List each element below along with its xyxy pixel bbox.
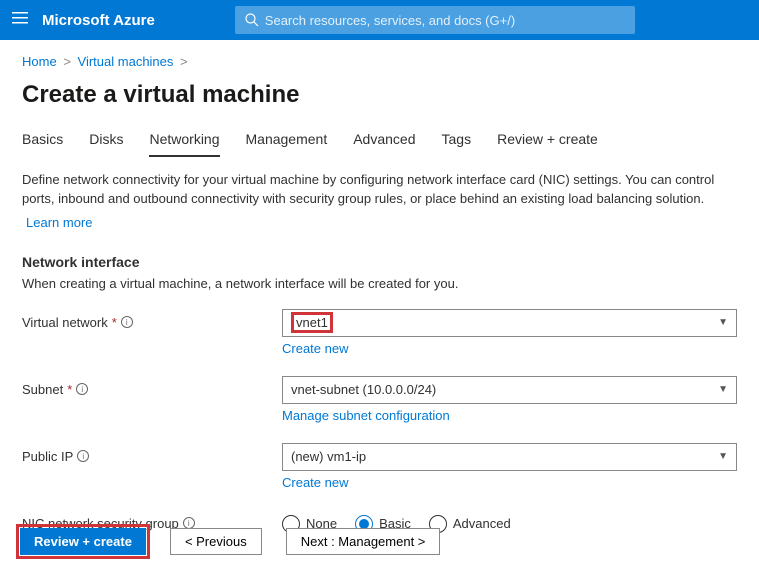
tab-disks[interactable]: Disks <box>89 131 123 157</box>
info-icon[interactable]: i <box>121 316 133 328</box>
nsg-radio-advanced[interactable]: Advanced <box>429 515 511 533</box>
tabs: Basics Disks Networking Management Advan… <box>22 131 737 157</box>
review-create-button[interactable]: Review + create <box>20 528 146 555</box>
publicip-label: Public IP i <box>22 443 282 464</box>
breadcrumb-sep: > <box>180 54 188 69</box>
breadcrumb-sep: > <box>63 54 71 69</box>
page-title: Create a virtual machine <box>22 81 737 109</box>
search-icon <box>245 13 259 27</box>
chevron-down-icon: ▼ <box>718 384 728 395</box>
required-asterisk: * <box>112 315 117 330</box>
tab-management[interactable]: Management <box>246 131 328 157</box>
subnet-dropdown[interactable]: vnet-subnet (10.0.0.0/24) ▼ <box>282 376 737 404</box>
breadcrumb-vms[interactable]: Virtual machines <box>78 54 174 69</box>
tab-basics[interactable]: Basics <box>22 131 63 157</box>
section-title: Network interface <box>22 254 737 270</box>
subnet-value: vnet-subnet (10.0.0.0/24) <box>291 382 436 397</box>
breadcrumb: Home > Virtual machines > <box>22 54 737 69</box>
brand-label: Microsoft Azure <box>42 12 155 29</box>
publicip-create-new-link[interactable]: Create new <box>282 475 348 490</box>
subnet-label: Subnet * i <box>22 376 282 397</box>
field-subnet: Subnet * i vnet-subnet (10.0.0.0/24) ▼ M… <box>22 376 737 425</box>
search-box[interactable] <box>235 6 635 34</box>
info-icon[interactable]: i <box>77 450 89 462</box>
field-public-ip: Public IP i (new) vm1-ip ▼ Create new <box>22 443 737 492</box>
required-asterisk: * <box>67 382 72 397</box>
page-content: Home > Virtual machines > Create a virtu… <box>0 40 759 538</box>
vnet-value: vnet1 <box>291 312 333 333</box>
tab-review[interactable]: Review + create <box>497 131 598 157</box>
search-input[interactable] <box>265 13 625 28</box>
footer-actions: Review + create < Previous Next : Manage… <box>20 528 440 555</box>
description-text: Define network connectivity for your vir… <box>22 171 732 209</box>
topbar: Microsoft Azure <box>0 0 759 40</box>
tab-advanced[interactable]: Advanced <box>353 131 415 157</box>
chevron-down-icon: ▼ <box>718 317 728 328</box>
menu-icon[interactable] <box>12 11 28 29</box>
publicip-value: (new) vm1-ip <box>291 449 366 464</box>
breadcrumb-home[interactable]: Home <box>22 54 57 69</box>
subnet-manage-link[interactable]: Manage subnet configuration <box>282 408 450 423</box>
vnet-dropdown[interactable]: vnet1 ▼ <box>282 309 737 337</box>
field-virtual-network: Virtual network * i vnet1 ▼ Create new <box>22 309 737 358</box>
tab-tags[interactable]: Tags <box>442 131 472 157</box>
learn-more-link[interactable]: Learn more <box>26 215 92 230</box>
previous-button[interactable]: < Previous <box>170 528 262 555</box>
vnet-create-new-link[interactable]: Create new <box>282 341 348 356</box>
publicip-dropdown[interactable]: (new) vm1-ip ▼ <box>282 443 737 471</box>
section-subtitle: When creating a virtual machine, a netwo… <box>22 276 737 291</box>
vnet-label: Virtual network * i <box>22 309 282 330</box>
next-button[interactable]: Next : Management > <box>286 528 441 555</box>
chevron-down-icon: ▼ <box>718 451 728 462</box>
tab-networking[interactable]: Networking <box>149 131 219 157</box>
info-icon[interactable]: i <box>76 383 88 395</box>
